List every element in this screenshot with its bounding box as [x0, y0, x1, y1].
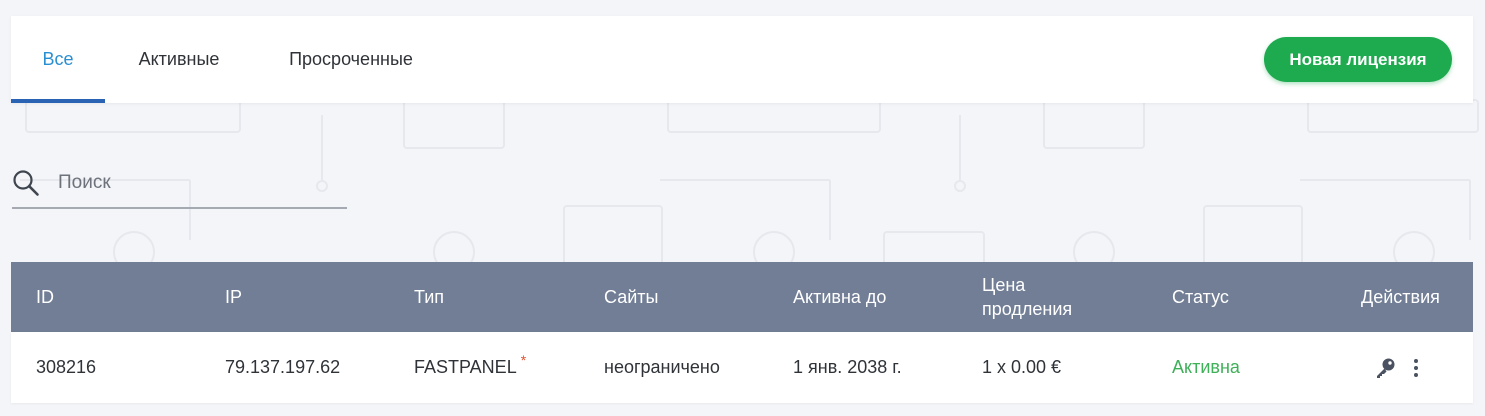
cell-actions	[1373, 332, 1423, 403]
status-badge: Активна	[1172, 357, 1240, 377]
tab-label: Просроченные	[289, 49, 413, 69]
cell-ip: 79.137.197.62	[225, 357, 341, 377]
key-icon[interactable]	[1373, 356, 1397, 380]
cell-active-until: 1 янв. 2038 г.	[793, 357, 902, 377]
cell-sites: неограничено	[604, 357, 720, 377]
licenses-page: Все Активные Просроченные Новая лицензия…	[0, 0, 1485, 416]
column-header-ip[interactable]: IP	[225, 262, 242, 332]
licenses-table: ID IP Тип Сайты Активна до Цена продлени…	[11, 262, 1473, 403]
tab-all[interactable]: Все	[11, 16, 105, 103]
type-asterisk: *	[520, 351, 527, 368]
tab-label: Активные	[138, 49, 220, 69]
cell-renewal-price: 1 x 0.00 €	[982, 357, 1062, 377]
tab-expired[interactable]: Просроченные	[281, 16, 421, 103]
tab-label: Все	[42, 49, 74, 69]
tab-active[interactable]: Активные	[123, 16, 235, 103]
active-tab-indicator	[11, 99, 105, 103]
column-header-sites[interactable]: Сайты	[604, 262, 658, 332]
cell-id: 308216	[36, 357, 97, 377]
table-header: ID IP Тип Сайты Активна до Цена продлени…	[11, 262, 1473, 332]
column-header-type[interactable]: Тип	[414, 262, 444, 332]
column-header-active-until[interactable]: Активна до	[793, 262, 886, 332]
column-header-actions: Действия	[1361, 287, 1440, 307]
search-icon	[13, 170, 39, 196]
column-header-status[interactable]: Статус	[1172, 262, 1229, 332]
table-row[interactable]: 308216 79.137.197.62 FASTPANEL * неограни…	[11, 332, 1473, 403]
tabs-bar: Все Активные Просроченные Новая лицензия	[11, 16, 1473, 103]
column-header-renewal-price[interactable]: Цена продления	[982, 262, 1072, 332]
search-field	[12, 163, 347, 209]
search-input[interactable]	[58, 167, 338, 199]
more-vertical-icon[interactable]	[1409, 356, 1423, 380]
cell-type: FASTPANEL *	[414, 351, 527, 378]
new-license-button[interactable]: Новая лицензия	[1264, 37, 1452, 82]
column-header-id[interactable]: ID	[36, 262, 54, 332]
